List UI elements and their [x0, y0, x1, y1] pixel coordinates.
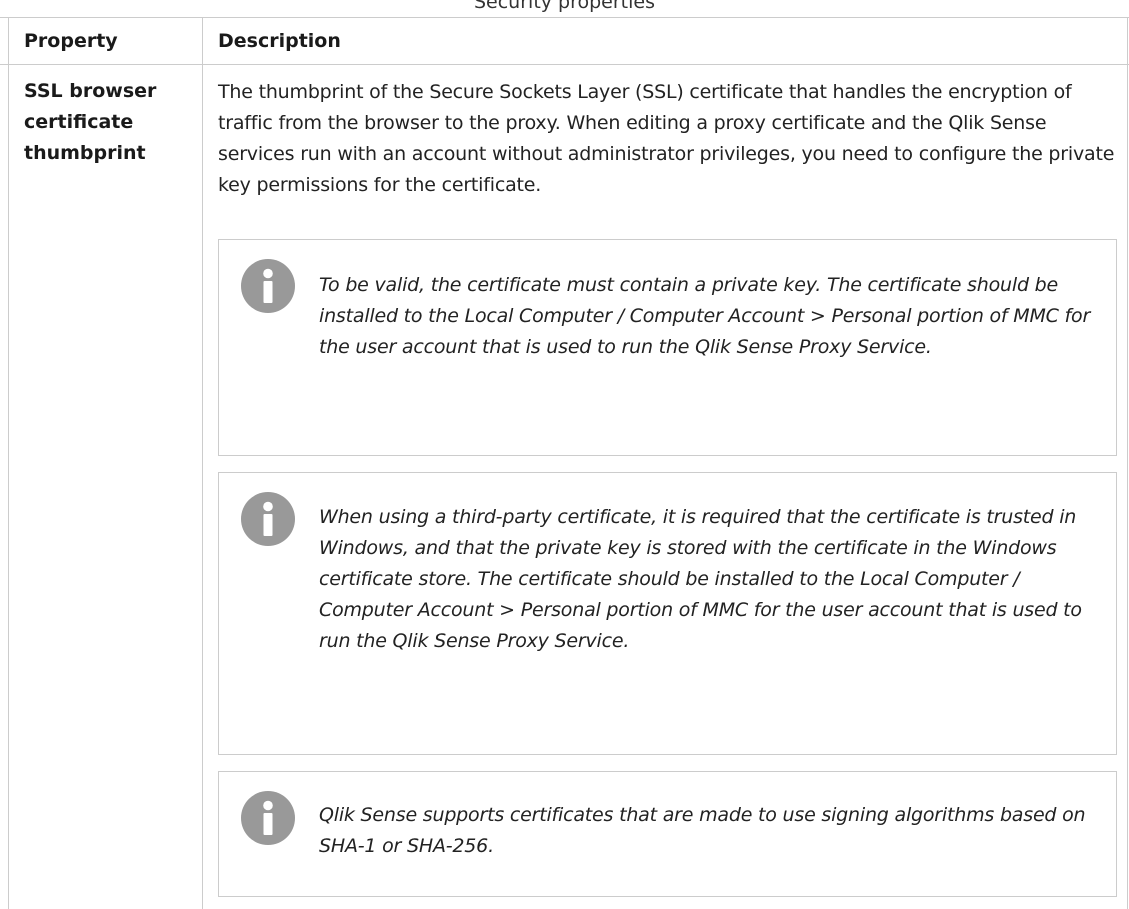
- note-box: To be valid, the certificate must contai…: [218, 239, 1117, 456]
- header-property: Property: [24, 30, 118, 52]
- note-text: Qlik Sense supports certificates that ar…: [319, 804, 1086, 857]
- note-box: Qlik Sense supports certificates that ar…: [218, 771, 1117, 897]
- info-icon: [241, 259, 295, 313]
- info-icon: [241, 492, 295, 546]
- note-box: When using a third-party certificate, it…: [218, 472, 1117, 755]
- table-caption: Security properties: [473, 0, 656, 13]
- note-text: When using a third-party certificate, it…: [319, 506, 1082, 652]
- info-icon: [241, 791, 295, 845]
- property-name: SSL browser certificate thumbprint: [24, 80, 157, 164]
- header-description: Description: [218, 30, 341, 52]
- property-description: The thumbprint of the Secure Sockets Lay…: [218, 81, 1115, 196]
- note-text: To be valid, the certificate must contai…: [319, 274, 1091, 358]
